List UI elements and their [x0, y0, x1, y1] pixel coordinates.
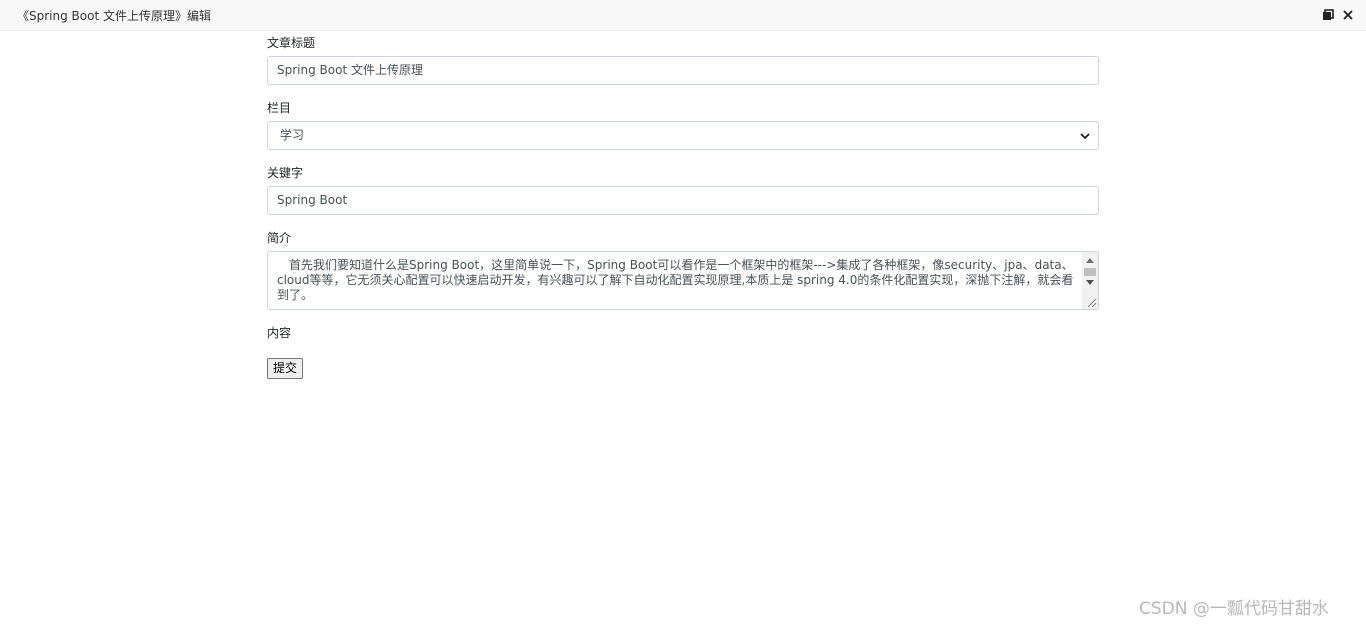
scroll-up-arrow-icon[interactable] [1086, 258, 1094, 263]
category-selected-value: 学习 [280, 128, 305, 142]
submit-button[interactable]: 提交 [267, 358, 303, 379]
keywords-label: 关键字 [267, 166, 304, 180]
title-input[interactable]: Spring Boot 文件上传原理 [267, 56, 1099, 85]
category-select[interactable]: 学习 [267, 121, 1099, 150]
csdn-watermark: CSDN @一瓢代码甘甜水 [1139, 599, 1329, 619]
window-title: 《Spring Boot 文件上传原理》编辑 [17, 9, 211, 23]
summary-text: 首先我们要知道什么是Spring Boot，这里简单说一下，Spring Boo… [277, 258, 1074, 302]
summary-label: 简介 [267, 231, 292, 245]
content-label: 内容 [267, 326, 292, 340]
chevron-down-icon [1080, 133, 1090, 140]
close-icon[interactable] [1341, 8, 1355, 22]
scrollbar-thumb[interactable] [1084, 268, 1096, 276]
category-label: 栏目 [267, 101, 292, 115]
title-label: 文章标题 [267, 36, 316, 50]
window-titlebar: 《Spring Boot 文件上传原理》编辑 [0, 0, 1366, 31]
resize-handle-icon[interactable] [1085, 296, 1097, 308]
keywords-input[interactable]: Spring Boot [267, 186, 1099, 215]
restore-window-icon[interactable] [1321, 8, 1335, 22]
scroll-down-arrow-icon[interactable] [1086, 280, 1094, 285]
summary-textarea[interactable]: 首先我们要知道什么是Spring Boot，这里简单说一下，Spring Boo… [267, 251, 1099, 310]
